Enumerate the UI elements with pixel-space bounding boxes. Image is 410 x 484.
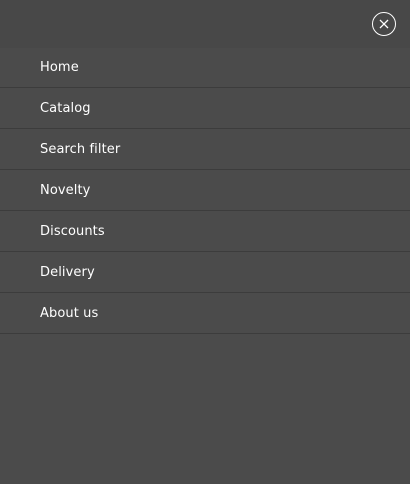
close-button[interactable]: [372, 12, 396, 36]
nav-menu: Home Catalog Search filter Novelty Disco…: [0, 48, 410, 334]
menu-item-label: Discounts: [40, 223, 105, 239]
menu-item-label: Novelty: [40, 182, 91, 198]
menu-item-label: Home: [40, 60, 79, 75]
menu-item-search-filter[interactable]: Search filter: [0, 129, 410, 170]
menu-item-delivery[interactable]: Delivery: [0, 252, 410, 293]
menu-item-home[interactable]: Home: [0, 48, 410, 88]
menu-item-label: Delivery: [40, 264, 95, 280]
menu-item-label: About us: [40, 305, 99, 321]
menu-item-novelty[interactable]: Novelty: [0, 170, 410, 211]
mobile-menu-panel: Home Catalog Search filter Novelty Disco…: [0, 0, 410, 484]
menu-item-discounts[interactable]: Discounts: [0, 211, 410, 252]
menu-item-catalog[interactable]: Catalog: [0, 88, 410, 129]
menu-item-label: Search filter: [40, 141, 121, 157]
menu-item-about-us[interactable]: About us: [0, 293, 410, 334]
close-icon: [379, 19, 389, 29]
menu-item-label: Catalog: [40, 100, 91, 116]
menu-header: [0, 0, 410, 48]
